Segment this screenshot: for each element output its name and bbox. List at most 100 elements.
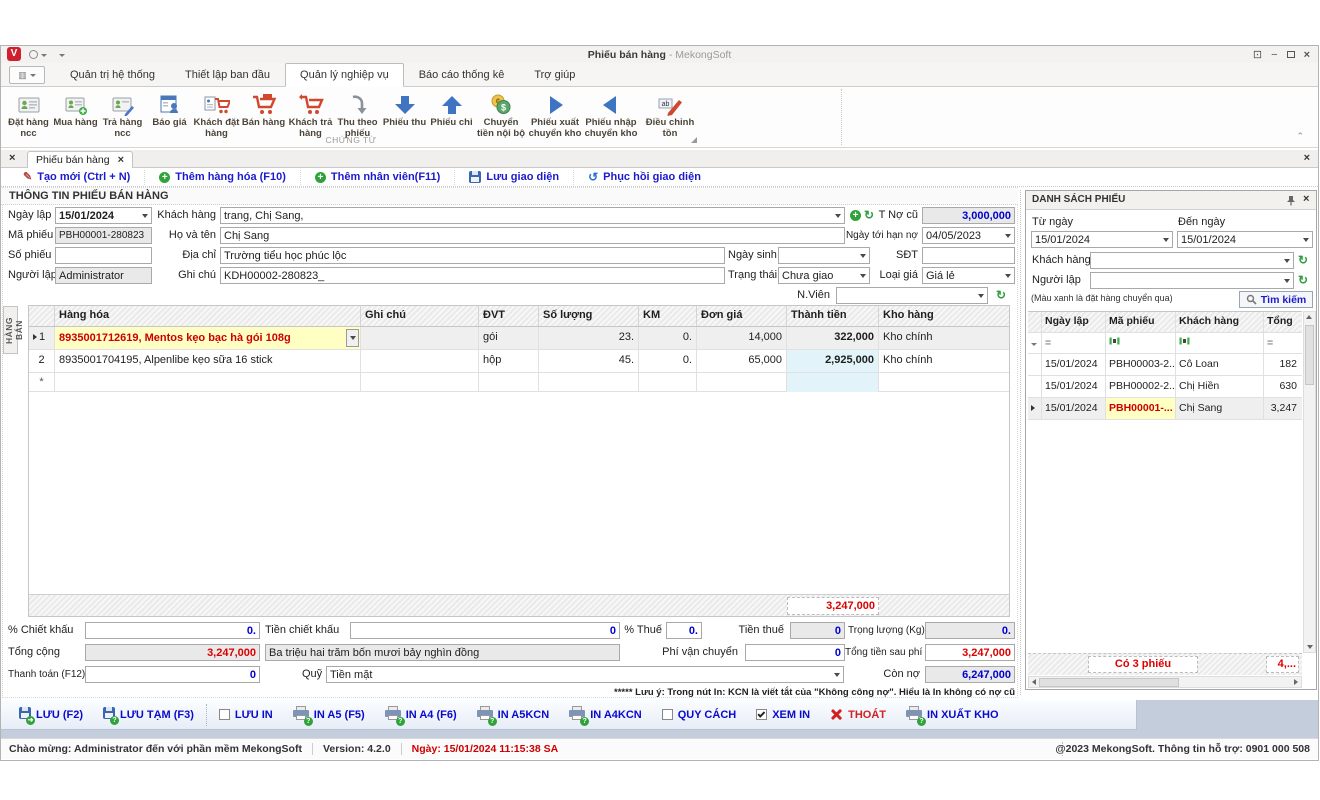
ribbon-tab-quan-ly-nghiep-vu[interactable]: Quản lý nghiệp vụ	[285, 63, 404, 87]
ngay-sinh-field[interactable]	[778, 247, 870, 264]
filter-equals-icon[interactable]: =	[1042, 333, 1106, 353]
cell-dvt[interactable]	[479, 373, 539, 392]
save-layout-button[interactable]: Lưu giao diện	[455, 170, 574, 185]
pcol-tong[interactable]: Tổng	[1264, 312, 1300, 332]
ho-va-ten-field[interactable]: Chị Sang	[220, 227, 845, 244]
ribbon-tab-thiet-lap[interactable]: Thiết lập ban đầu	[170, 63, 285, 87]
ngay-toi-han-no-field[interactable]: 04/05/2023	[922, 227, 1015, 244]
doc-tab-close-icon[interactable]: ×	[118, 154, 124, 166]
col-don-gia[interactable]: Đơn giá	[697, 306, 787, 326]
checkbox-icon[interactable]	[219, 709, 230, 720]
tu-ngay-field[interactable]: 15/01/2024	[1031, 231, 1173, 248]
col-km[interactable]: KM	[639, 306, 697, 326]
caret-down-icon[interactable]	[860, 254, 866, 258]
ghi-chu-field[interactable]: KDH00002-280823_	[220, 267, 725, 284]
quy-cach-checkbox[interactable]: QUY CÁCH	[652, 703, 746, 727]
cell-kho-hang[interactable]: Kho chính	[879, 350, 1009, 372]
doc-tab-phieu-ban-hang[interactable]: Phiếu bán hàng ×	[27, 151, 133, 168]
pin-icon[interactable]	[1286, 195, 1296, 209]
col-dvt[interactable]: ĐVT	[479, 306, 539, 326]
pcell-tong[interactable]: 3,247	[1264, 398, 1300, 419]
caret-down-icon[interactable]	[1284, 259, 1290, 263]
so-phieu-field[interactable]	[55, 247, 152, 264]
cell-km[interactable]: 0.	[639, 350, 697, 372]
grid-row-2[interactable]: 2 8935001704195, Alpenlibe kẹo sữa 16 st…	[29, 350, 1009, 373]
cell-kho-hang[interactable]: Kho chính	[879, 327, 1009, 349]
caret-down-icon[interactable]	[1163, 238, 1169, 242]
refresh-icon[interactable]: ↻	[1298, 273, 1308, 287]
pcell-ngay[interactable]: 15/01/2024	[1042, 354, 1106, 375]
filter-equals-icon[interactable]: =	[1264, 333, 1300, 353]
cell-hang-hoa[interactable]: 8935001712619, Mentos kẹo bạc hà gói 108…	[55, 327, 361, 349]
panel-nguoi-lap-field[interactable]	[1090, 272, 1294, 289]
pcol-ngay-lap[interactable]: Ngày lập	[1042, 312, 1106, 332]
col-ghi-chu[interactable]: Ghi chú	[361, 306, 479, 326]
thanh-toan-field[interactable]: 0	[85, 666, 260, 683]
refresh-icon[interactable]: ↻	[1298, 253, 1308, 267]
cell-thanh-tien[interactable]: 2,925,000	[787, 350, 879, 372]
cell-don-gia[interactable]: 14,000	[697, 327, 787, 349]
cell-don-gia[interactable]: 65,000	[697, 350, 787, 372]
pcell-ngay[interactable]: 15/01/2024	[1042, 376, 1106, 397]
product-dropdown-icon[interactable]	[346, 329, 359, 347]
print-a4-button[interactable]: ?IN A4 (F6)	[375, 703, 467, 727]
col-hang-hoa[interactable]: Hàng hóa	[55, 306, 361, 326]
style-icon[interactable]: ⊡	[1253, 48, 1262, 61]
nhan-vien-field[interactable]	[836, 287, 988, 304]
close-icon[interactable]: ×	[1304, 49, 1310, 61]
filter-contains-icon[interactable]	[1176, 333, 1264, 353]
group-dialog-launcher-icon[interactable]	[691, 137, 697, 143]
col-thanh-tien[interactable]: Thành tiền	[787, 306, 879, 326]
caret-down-icon[interactable]	[1005, 234, 1011, 238]
cell-thanh-tien[interactable]	[787, 373, 879, 392]
panel-row-2[interactable]: 15/01/2024 PBH00002-2... Chị Hiền 630	[1028, 376, 1302, 398]
cell-so-luong[interactable]: 45.	[539, 350, 639, 372]
cell-don-gia[interactable]	[697, 373, 787, 392]
caret-down-icon[interactable]	[142, 214, 148, 218]
caret-down-icon[interactable]	[834, 673, 840, 677]
panel-filter-row[interactable]: = =	[1028, 333, 1302, 354]
add-employee-button[interactable]: +Thêm nhân viên(F11)	[301, 170, 455, 185]
pcell-ma-highlight[interactable]: PBH00001-...	[1106, 398, 1176, 419]
scroll-up-icon[interactable]	[1306, 315, 1312, 319]
caret-down-icon[interactable]	[978, 294, 984, 298]
print-a4kcn-button[interactable]: ?IN A4KCN	[559, 703, 652, 727]
panel-splitter[interactable]	[1020, 190, 1021, 695]
tien-chiet-khau-field[interactable]: 0	[350, 622, 620, 639]
panel-row-3-selected[interactable]: 15/01/2024 PBH00001-... Chị Sang 3,247	[1028, 398, 1302, 420]
cell-so-luong[interactable]: 23.	[539, 327, 639, 349]
chiet-khau-pct-field[interactable]: 0.	[85, 622, 260, 639]
loai-gia-field[interactable]: Giá lẻ	[922, 267, 1015, 284]
checkbox-icon[interactable]	[662, 709, 673, 720]
panel-close-icon[interactable]: ×	[1303, 193, 1309, 205]
panel-row-1[interactable]: 15/01/2024 PBH00003-2... Cô Loan 182	[1028, 354, 1302, 376]
pcell-khach[interactable]: Chị Hiền	[1176, 376, 1264, 397]
quick-access-caret-icon[interactable]	[41, 54, 47, 57]
pcell-khach[interactable]: Cô Loan	[1176, 354, 1264, 375]
search-button[interactable]: Tìm kiếm	[1239, 291, 1313, 308]
trang-thai-field[interactable]: Chưa giao	[778, 267, 870, 284]
cell-ghi-chu[interactable]	[361, 373, 479, 392]
minimize-icon[interactable]: −	[1271, 49, 1277, 61]
grid-new-row[interactable]: *	[29, 373, 1009, 392]
scroll-down-icon[interactable]	[1307, 645, 1313, 649]
save-temp-button[interactable]: ?LƯU TẠM (F3)	[93, 703, 204, 727]
panel-hscrollbar[interactable]	[1028, 676, 1302, 688]
pcol-ma-phieu[interactable]: Mã phiếu	[1106, 312, 1176, 332]
cell-ghi-chu[interactable]	[361, 327, 479, 349]
pcell-tong[interactable]: 182	[1264, 354, 1300, 375]
ribbon-tab-tro-giup[interactable]: Trợ giúp	[519, 63, 590, 87]
print-a5-button[interactable]: ?IN A5 (F5)	[283, 703, 375, 727]
ribbon-tab-bao-cao[interactable]: Báo cáo thống kê	[404, 63, 520, 87]
new-button[interactable]: ✎Tạo mới (Ctrl + N)	[9, 170, 145, 185]
close-all-icon[interactable]: ×	[9, 152, 15, 164]
phi-van-chuyen-field[interactable]: 0	[745, 644, 845, 661]
scroll-thumb[interactable]	[1039, 678, 1179, 687]
ribbon-tab-quan-tri[interactable]: Quản trị hệ thống	[55, 63, 170, 87]
restore-icon[interactable]	[1287, 51, 1295, 58]
app-logo-icon[interactable]: V	[7, 47, 21, 61]
add-product-button[interactable]: +Thêm hàng hóa (F10)	[145, 170, 301, 185]
pcell-ma[interactable]: PBH00002-2...	[1106, 376, 1176, 397]
checkbox-checked-icon[interactable]	[756, 709, 767, 720]
panel-khach-hang-field[interactable]	[1090, 252, 1294, 269]
